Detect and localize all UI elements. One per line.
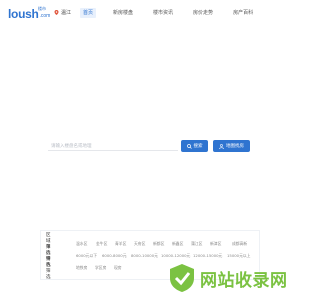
logo-text: loush (8, 7, 39, 21)
filter-option[interactable]: 学区房 (95, 265, 106, 271)
search-button-label: 搜索 (193, 144, 203, 149)
top-navbar: loush .com 楼市 温江 首页 新房楼盘 楼市资讯 房价走势 房产百科 (0, 0, 300, 26)
logo-suffix: .com (39, 13, 51, 19)
search-button[interactable]: 搜索 (181, 140, 208, 152)
filter-option[interactable]: 6000元以下 (76, 253, 97, 259)
main-nav: 首页 新房楼盘 楼市资讯 房价走势 房产百科 (80, 8, 270, 18)
shield-icon (170, 264, 194, 292)
search-bar: 请输入楼盘名或地理 搜索 地图找房 (48, 140, 256, 152)
map-button-label: 地图找房 (226, 144, 244, 149)
nav-wiki[interactable]: 房产百科 (230, 8, 256, 18)
filter-option[interactable]: 蒲江区 (191, 241, 202, 247)
filter-option[interactable]: 6000-8000元 (102, 253, 127, 259)
nav-new-homes[interactable]: 新房楼盘 (110, 8, 136, 18)
filter-option[interactable]: 新鑫区 (172, 241, 183, 247)
nav-price-trend[interactable]: 房价走势 (190, 8, 216, 18)
filter-option[interactable]: 天府区 (134, 241, 145, 247)
filter-option[interactable]: 10000-12000元 (161, 253, 190, 259)
filter-option[interactable]: 新都区 (153, 241, 164, 247)
filter-option[interactable]: 12000-15000元 (193, 253, 222, 259)
watermark-text: 网站收录网 (200, 270, 288, 291)
filter-option[interactable]: 温水区 (76, 241, 87, 247)
location-pin-icon (54, 10, 59, 15)
logo-subtitle: 楼市 (38, 6, 46, 11)
filter-option[interactable]: 青羊区 (115, 241, 126, 247)
city-name: 温江 (61, 10, 72, 16)
filter-option[interactable]: 现房 (114, 265, 122, 271)
nav-news[interactable]: 楼市资讯 (150, 8, 176, 18)
filter-title: 特色筛选 (46, 256, 51, 280)
nav-home[interactable]: 首页 (80, 8, 97, 18)
map-search-button[interactable]: 地图找房 (213, 140, 250, 152)
filter-option[interactable]: 成都高新 (232, 241, 247, 247)
search-input[interactable]: 请输入楼盘名或地理 (48, 141, 178, 151)
filter-option[interactable]: 8000-10000元 (131, 253, 158, 259)
search-icon (186, 143, 192, 149)
filter-option[interactable]: 地铁房 (76, 265, 87, 271)
city-selector[interactable]: 温江 (54, 9, 71, 16)
filter-option[interactable]: 金牛区 (96, 241, 107, 247)
person-icon (219, 143, 224, 149)
filter-option[interactable]: 15000元以上 (227, 253, 250, 259)
filter-option[interactable]: 新津区 (210, 241, 221, 247)
watermark: 网站收录网 (168, 262, 288, 294)
